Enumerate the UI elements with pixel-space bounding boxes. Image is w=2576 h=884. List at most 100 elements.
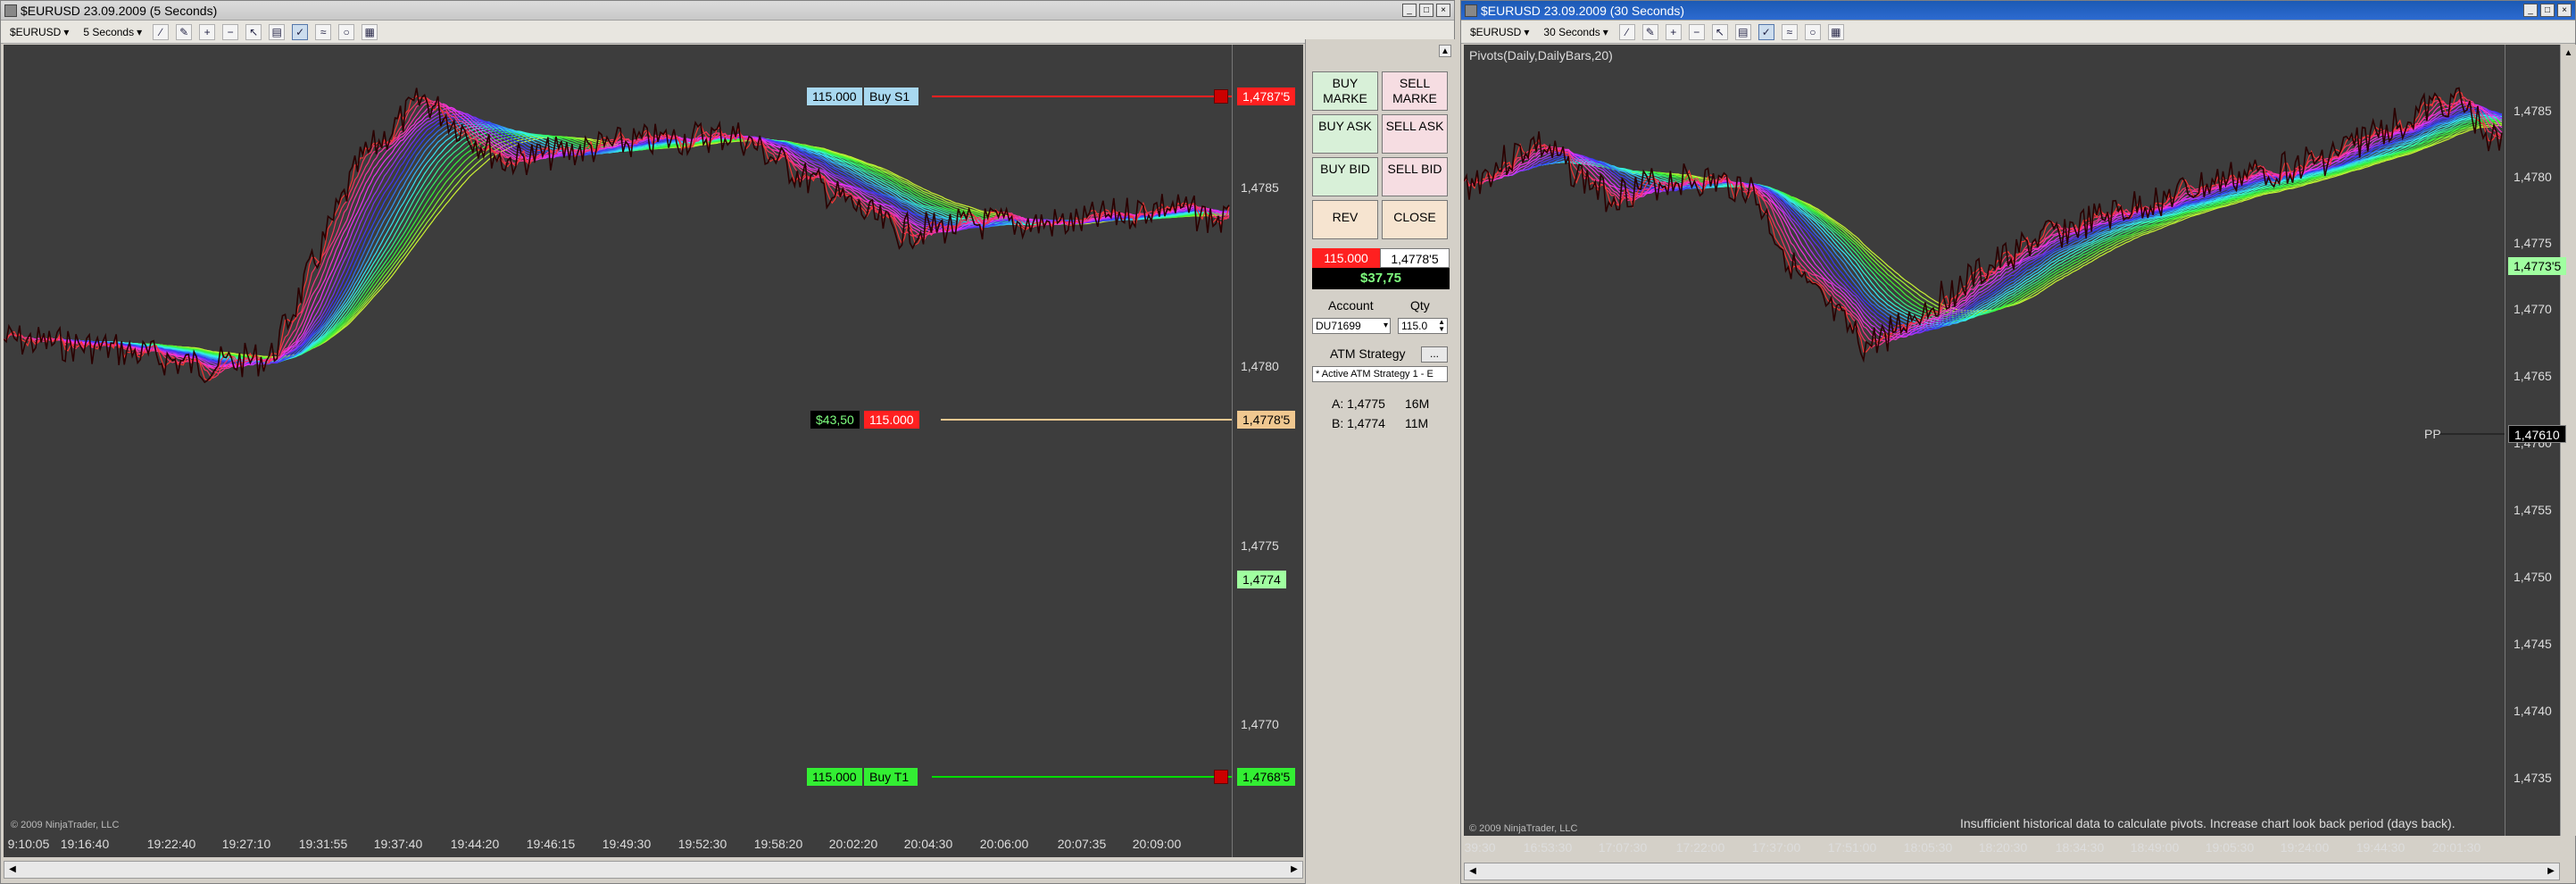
pencil-icon[interactable]: ✎ [1641, 23, 1658, 40]
copyright-text: © 2009 NinjaTrader, LLC [11, 820, 120, 830]
left-price-chart[interactable]: © 2009 NinjaTrader, LLC [4, 45, 1232, 857]
data-box-icon[interactable]: ▦ [1827, 23, 1844, 40]
minimize-button[interactable]: _ [2523, 4, 2538, 17]
account-select[interactable]: DU71699 ▾ [1312, 318, 1391, 334]
close-position-button[interactable]: CLOSE [1382, 200, 1448, 239]
properties-icon[interactable]: ▤ [1734, 23, 1751, 40]
target-order-label[interactable]: Buy T1 [864, 768, 918, 786]
target-order-cancel-button[interactable] [1214, 770, 1228, 784]
spin-arrows-icon[interactable]: ▲ ▼ [1438, 319, 1445, 333]
zoom-in-icon[interactable]: + [199, 23, 216, 40]
cursor-icon[interactable]: ↖ [1711, 23, 1728, 40]
time-tick: 20:01:30 [2431, 840, 2481, 855]
close-button[interactable]: × [2557, 4, 2572, 17]
buy-bid-button[interactable]: BUY BID [1312, 157, 1378, 196]
cursor-icon[interactable]: ↖ [245, 23, 262, 40]
quantity-stepper[interactable]: 115.0 ▲ ▼ [1398, 318, 1448, 334]
stop-order-label[interactable]: Buy S1 [864, 88, 919, 105]
buy-market-button[interactable]: BUY MARKE [1312, 71, 1378, 111]
maximize-button[interactable]: □ [2540, 4, 2555, 17]
maximize-button[interactable]: □ [1419, 4, 1433, 17]
ribbon-moving-average [4, 125, 1230, 363]
ribbon-moving-average [4, 117, 1230, 365]
dropdown-arrow-icon: ▾ [63, 25, 70, 38]
ribbon-moving-average [4, 121, 1230, 364]
time-tick: 19:24:00 [2280, 840, 2330, 855]
ribbon-moving-average [4, 131, 1229, 361]
ribbon-moving-average [4, 115, 1230, 365]
chart-trader-icon[interactable]: ✓ [292, 23, 309, 40]
indicators-icon[interactable]: ≈ [1781, 23, 1798, 40]
scroll-right-arrow-icon[interactable]: ▶ [1287, 863, 1301, 877]
position-price: 1,4778'5 [1237, 411, 1296, 429]
instrument-selector[interactable]: $EURUSD ▾ [6, 26, 72, 38]
right-price-chart[interactable]: Pivots(Daily,DailyBars,20) © 2009 NinjaT… [1464, 45, 2505, 836]
target-order-qty[interactable]: 115.000 [807, 768, 862, 786]
stop-order-cancel-button[interactable] [1214, 89, 1228, 104]
data-box-icon[interactable]: ▦ [361, 23, 378, 40]
scroll-left-arrow-icon[interactable]: ◀ [5, 863, 20, 877]
price-tick: 1,4780 [2514, 170, 2552, 184]
scroll-right-arrow-icon[interactable]: ▶ [2544, 864, 2558, 879]
last-price-marker: 1,4774 [1237, 571, 1286, 588]
chart-window-icon [4, 4, 17, 17]
price-tick: 1,4735 [2514, 771, 2552, 785]
indicators-icon[interactable]: ≈ [315, 23, 332, 40]
interval-selector[interactable]: 5 Seconds ▾ [79, 26, 145, 38]
panel-position-qty: 115.000 [1312, 248, 1380, 268]
time-tick: 19:58:20 [753, 837, 803, 851]
drawing-tools-icon[interactable]: ∕ [1618, 23, 1635, 40]
atm-more-button[interactable]: ... [1421, 346, 1448, 363]
atm-strategy-select[interactable]: * Active ATM Strategy 1 - E [1312, 366, 1448, 382]
chart-window-icon [1465, 4, 1477, 17]
left-title-bar[interactable]: $EURUSD 23.09.2009 (5 Seconds) _ □ × [1, 1, 1454, 21]
left-window-title: $EURUSD 23.09.2009 (5 Seconds) [21, 4, 218, 18]
zoom-in-icon[interactable]: + [1665, 23, 1682, 40]
time-tick: 19:46:15 [526, 837, 576, 851]
panel-scroll-up-icon[interactable]: ▲ [1439, 45, 1451, 57]
zoom-out-icon[interactable]: − [1688, 23, 1705, 40]
sell-market-button[interactable]: SELL MARKE [1382, 71, 1448, 111]
ribbon-moving-average [1464, 121, 2503, 316]
dropdown-arrow-icon: ▾ [137, 25, 143, 38]
pencil-icon[interactable]: ✎ [176, 23, 193, 40]
drawing-tools-icon[interactable]: ∕ [153, 23, 170, 40]
ribbon-moving-average [4, 120, 1230, 364]
interval-selector[interactable]: 30 Seconds ▾ [1540, 26, 1611, 38]
scroll-left-arrow-icon[interactable]: ◀ [1466, 864, 1480, 879]
sell-ask-button[interactable]: SELL ASK [1382, 114, 1448, 154]
bid-price: B: 1,4774 [1332, 416, 1385, 430]
time-tick: 19:37:40 [373, 837, 423, 851]
position-qty[interactable]: 115.000 [864, 411, 919, 429]
scroll-up-arrow-icon[interactable]: ▲ [2561, 48, 2576, 58]
chart-trader-icon[interactable]: ✓ [1757, 23, 1774, 40]
sell-bid-button[interactable]: SELL BID [1382, 157, 1448, 196]
close-button[interactable]: × [1436, 4, 1450, 17]
right-title-bar[interactable]: $EURUSD 23.09.2009 (30 Seconds) _ □ × [1461, 1, 2575, 21]
instrument-label: $EURUSD [10, 25, 62, 38]
price-tick: 1,4765 [2514, 369, 2552, 383]
price-tick: 1,4785 [1241, 180, 1279, 195]
minimize-button[interactable]: _ [1402, 4, 1417, 17]
zoom-out-icon[interactable]: − [222, 23, 239, 40]
ribbon-moving-average [1464, 116, 2503, 324]
pivot-price-marker: 1,47610 [2508, 425, 2566, 443]
price-line [1464, 87, 2503, 363]
strategies-icon[interactable]: ○ [338, 23, 355, 40]
buy-ask-button[interactable]: BUY ASK [1312, 114, 1378, 154]
stop-order-qty[interactable]: 115.000 [807, 88, 862, 105]
time-tick: 9:10:05 [7, 837, 50, 851]
instrument-selector[interactable]: $EURUSD ▾ [1467, 26, 1533, 38]
reverse-button[interactable]: REV [1312, 200, 1378, 239]
properties-icon[interactable]: ▤ [269, 23, 286, 40]
left-horizontal-scrollbar[interactable]: ◀ ▶ [4, 861, 1303, 879]
ribbon-moving-average [1464, 112, 2503, 329]
atm-strategy-value: * Active ATM Strategy 1 - E [1316, 369, 1433, 379]
right-horizontal-scrollbar[interactable]: ◀ ▶ [1464, 863, 2560, 880]
price-line [4, 88, 1230, 384]
dropdown-arrow-icon: ▾ [1524, 25, 1530, 38]
price-tick: 1,4780 [1241, 359, 1279, 373]
right-chart-svg [1464, 87, 2505, 435]
qty-label: Qty [1410, 298, 1430, 313]
strategies-icon[interactable]: ○ [1804, 23, 1821, 40]
